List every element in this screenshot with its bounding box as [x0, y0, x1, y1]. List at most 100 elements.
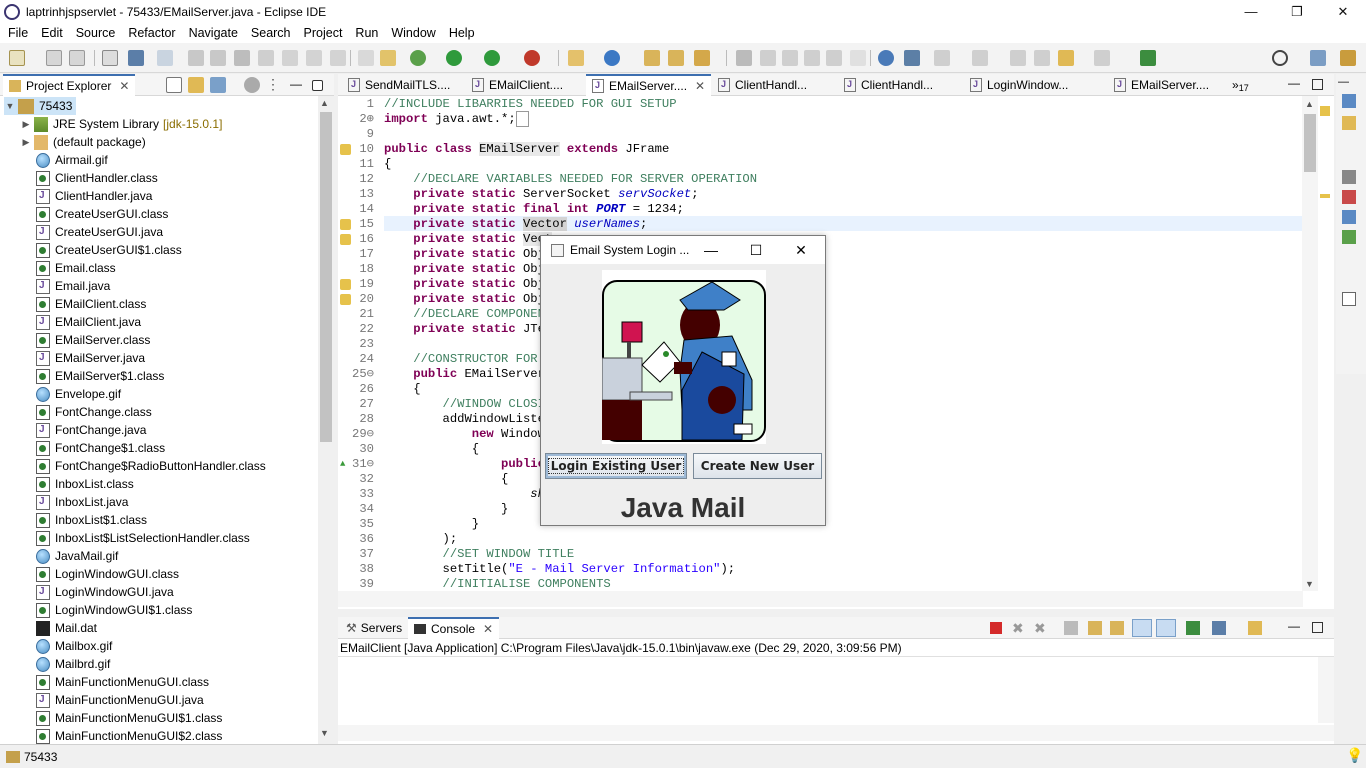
menu-window[interactable]: Window	[383, 26, 440, 40]
tree-item-file[interactable]: EMailClient.class	[36, 295, 146, 313]
tree-item-file[interactable]: Envelope.gif	[36, 385, 121, 403]
search-tool-icon[interactable]	[694, 50, 710, 66]
chevron-down-icon[interactable]: ▼	[4, 101, 16, 111]
menu-run[interactable]: Run	[347, 26, 383, 40]
save-all-icon[interactable]	[69, 50, 85, 66]
tree-item-file[interactable]: EMailServer.java	[36, 349, 145, 367]
pin-editor-icon[interactable]	[1140, 50, 1156, 66]
tree-item-file[interactable]: MainFunctionMenuGUI.class	[36, 673, 209, 691]
tip-icon[interactable]: 💡	[1346, 747, 1363, 764]
scroll-lock-icon[interactable]	[1088, 621, 1102, 635]
tab-emailclient[interactable]: EMailClient....	[466, 74, 569, 96]
tree-item-file[interactable]: ClientHandler.java	[36, 187, 152, 205]
menu-navigate[interactable]: Navigate	[181, 26, 243, 40]
scroll-down-icon[interactable]: ▼	[320, 728, 329, 738]
restore-button[interactable]: ❐	[1274, 0, 1320, 23]
step-over-icon[interactable]	[306, 50, 322, 66]
globe-icon[interactable]	[878, 50, 894, 66]
tree-item-file[interactable]: CreateUserGUI.class	[36, 205, 168, 223]
create-new-user-button[interactable]: Create New User	[693, 453, 822, 479]
terminate-icon[interactable]	[990, 622, 1002, 634]
menu-refactor[interactable]: Refactor	[120, 26, 180, 40]
external-tools-icon[interactable]	[524, 50, 540, 66]
menu-source[interactable]: Source	[68, 26, 121, 40]
tree-item-file[interactable]: FontChange$RadioButtonHandler.class	[36, 457, 266, 475]
tree-item-file[interactable]: InboxList.class	[36, 475, 134, 493]
editor-scroll-thumb[interactable]	[1304, 114, 1316, 172]
dialog-minimize-button[interactable]: —	[701, 240, 721, 260]
login-existing-user-button[interactable]: Login Existing User	[545, 453, 687, 479]
dialog-close-button[interactable]: ✕	[791, 240, 811, 260]
debug-icon[interactable]	[410, 50, 426, 66]
drop-to-frame-icon[interactable]	[358, 50, 374, 66]
pin-console-icon[interactable]	[1186, 621, 1200, 635]
view-icon[interactable]	[1342, 170, 1356, 184]
menu-edit[interactable]: Edit	[33, 26, 68, 40]
tree-item-file[interactable]: Mail.dat	[36, 619, 97, 637]
remove-launch-icon[interactable]: ✖	[1012, 620, 1024, 637]
word-wrap-icon[interactable]	[804, 50, 820, 66]
tree-item-default-package[interactable]: ▶ (default package)	[20, 133, 146, 151]
tree-item-file[interactable]: FontChange.java	[36, 421, 146, 439]
tab-loginwindow[interactable]: LoginWindow...	[964, 74, 1074, 96]
open-console-icon[interactable]	[1248, 621, 1262, 635]
minimize-strip-icon[interactable]: —	[1338, 76, 1349, 88]
console-scrollbar[interactable]	[1318, 657, 1334, 723]
maximize-console-icon[interactable]	[1312, 622, 1323, 633]
minimize-view-icon[interactable]: —	[290, 77, 306, 93]
scroll-up-icon[interactable]: ▲	[320, 98, 329, 108]
tree-item-file[interactable]: MainFunctionMenuGUI$2.class	[36, 727, 222, 745]
toggle-mark-icon[interactable]	[736, 50, 752, 66]
next-annotation-icon[interactable]	[934, 50, 950, 66]
outline-icon[interactable]	[1342, 94, 1356, 108]
link-editor-icon[interactable]	[188, 77, 204, 93]
tab-project-explorer[interactable]: Project Explorer ✕	[3, 74, 136, 96]
tab-servers[interactable]: ⚒ Servers	[342, 617, 406, 639]
new-icon[interactable]	[9, 50, 25, 66]
disconnect-icon[interactable]	[258, 50, 274, 66]
problems-icon[interactable]	[1342, 190, 1356, 204]
open-type-icon[interactable]	[644, 50, 660, 66]
tree-item-file[interactable]: CreateUserGUI$1.class	[36, 241, 182, 259]
task-list-icon[interactable]	[1342, 116, 1356, 130]
restore-view-icon[interactable]	[1342, 292, 1356, 306]
tree-item-file[interactable]: LoginWindowGUI.class	[36, 565, 179, 583]
step-return-icon[interactable]	[330, 50, 346, 66]
warning-icon[interactable]	[340, 294, 351, 305]
tab-clienthandler-2[interactable]: ClientHandl...	[838, 74, 939, 96]
tree-item-file[interactable]: Mailbox.gif	[36, 637, 112, 655]
tree-item-file[interactable]: InboxList$1.class	[36, 511, 147, 529]
tree-item-file[interactable]: FontChange.class	[36, 403, 152, 421]
back-icon[interactable]	[1058, 50, 1074, 66]
tab-emailserver-class[interactable]: EMailServer....	[1108, 74, 1215, 96]
maximize-editor-icon[interactable]	[1312, 79, 1323, 90]
forward-icon[interactable]	[1094, 50, 1110, 66]
tree-item-file[interactable]: Mailbrd.gif	[36, 655, 110, 673]
scroll-down-icon[interactable]: ▼	[1305, 579, 1314, 589]
menu-file[interactable]: File	[0, 26, 33, 40]
warning-icon[interactable]	[340, 144, 351, 155]
show-whitespace-icon[interactable]	[826, 50, 842, 66]
tab-clienthandler[interactable]: ClientHandl...	[712, 74, 813, 96]
chevron-right-icon[interactable]: ▶	[20, 119, 32, 130]
minimize-editor-icon[interactable]: —	[1288, 76, 1300, 90]
tree-item-file[interactable]: Airmail.gif	[36, 151, 108, 169]
chevron-right-icon[interactable]: ▶	[20, 137, 32, 148]
collapse-all-icon[interactable]	[166, 77, 182, 93]
open-task-icon[interactable]	[668, 50, 684, 66]
save-icon[interactable]	[46, 50, 62, 66]
tab-overflow[interactable]: » 17	[1232, 74, 1249, 96]
tree-item-file[interactable]: ClientHandler.class	[36, 169, 158, 187]
tree-item-file[interactable]: MainFunctionMenuGUI$1.class	[36, 709, 222, 727]
java-perspective-icon[interactable]	[1340, 50, 1356, 66]
dialog-maximize-button[interactable]: ☐	[746, 240, 766, 260]
maximize-view-icon[interactable]	[312, 80, 323, 91]
step-into-icon[interactable]	[282, 50, 298, 66]
show-stdout-icon[interactable]	[1132, 619, 1152, 637]
tree-item-file[interactable]: Email.class	[36, 259, 116, 277]
launch-icon[interactable]	[904, 50, 920, 66]
run-icon[interactable]	[446, 50, 462, 66]
warning-icon[interactable]	[340, 219, 351, 230]
prev-annotation-icon[interactable]	[972, 50, 988, 66]
filter-icon[interactable]	[210, 77, 226, 93]
